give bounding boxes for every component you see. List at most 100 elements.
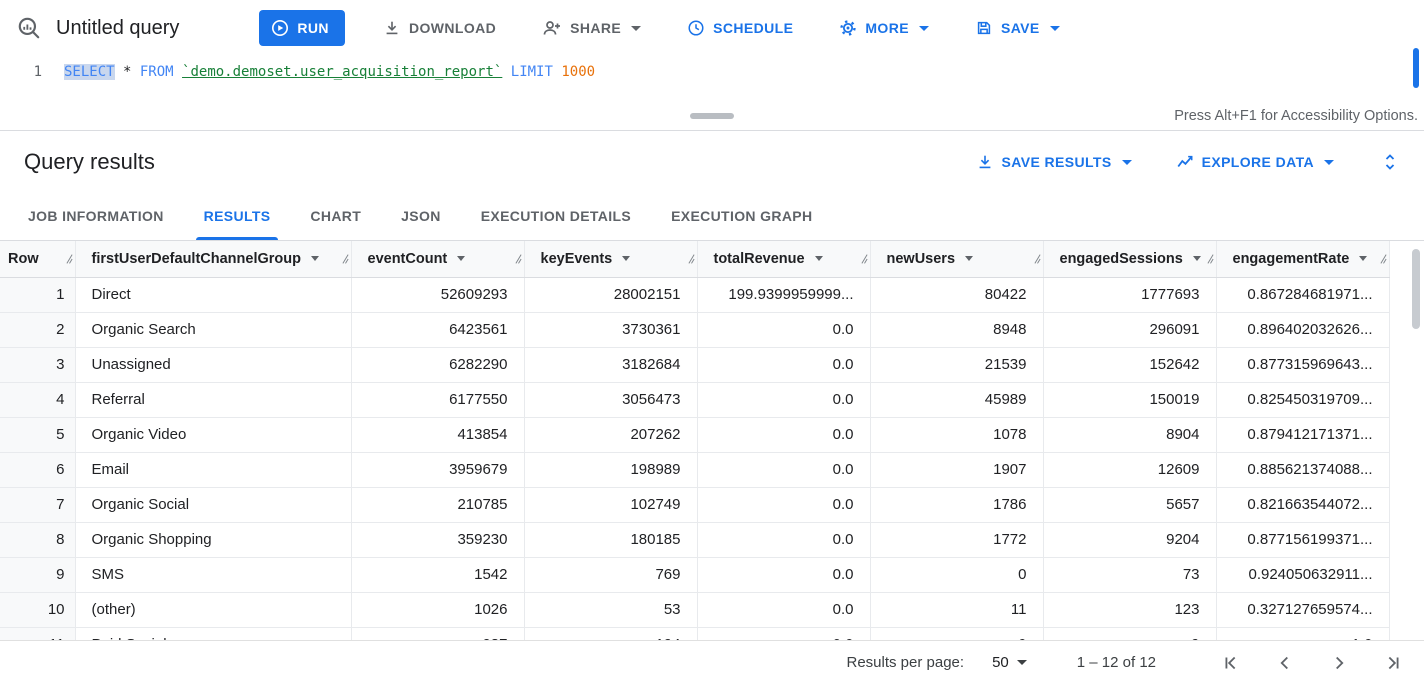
cell: 359230 — [351, 522, 524, 557]
next-page-button[interactable] — [1326, 650, 1352, 676]
column-resize-icon[interactable] — [342, 253, 349, 264]
column-resize-icon[interactable] — [66, 253, 73, 264]
tab-execution-graph[interactable]: EXECUTION GRAPH — [651, 193, 832, 240]
sql-code-line[interactable]: SELECT * FROM `demo.demoset.user_acquisi… — [64, 56, 595, 105]
person-add-icon — [542, 18, 562, 38]
cell: 3730361 — [524, 312, 697, 347]
gear-icon — [839, 19, 857, 37]
column-header-newUsers[interactable]: newUsers — [870, 241, 1043, 277]
cell: Email — [75, 452, 351, 487]
cell: 0.0 — [697, 487, 870, 522]
save-button[interactable]: SAVE — [967, 10, 1068, 46]
previous-page-button[interactable] — [1272, 650, 1298, 676]
schedule-button[interactable]: SCHEDULE — [679, 10, 801, 46]
more-button[interactable]: MORE — [831, 10, 937, 46]
column-header-totalRevenue[interactable]: totalRevenue — [697, 241, 870, 277]
column-resize-icon[interactable] — [1034, 253, 1041, 264]
page-size-select[interactable]: 50 — [986, 653, 1033, 672]
cell: Organic Social — [75, 487, 351, 522]
run-button[interactable]: RUN — [259, 10, 345, 46]
table-row: 2Organic Search642356137303610.089482960… — [0, 312, 1389, 347]
tab-chart[interactable]: CHART — [290, 193, 381, 240]
results-table-area: Row firstUserDefaultChannelGroup eventCoun… — [0, 241, 1424, 640]
row-number-cell: 10 — [0, 592, 75, 627]
more-button-label: MORE — [865, 20, 909, 36]
table-scrollbar[interactable] — [1412, 249, 1420, 329]
pane-resize-handle[interactable] — [690, 113, 734, 119]
column-header-engagedSessions[interactable]: engagedSessions — [1043, 241, 1216, 277]
cell: 5657 — [1043, 487, 1216, 522]
accessibility-note: Press Alt+F1 for Accessibility Options. — [1174, 108, 1418, 124]
cell: 73 — [1043, 557, 1216, 592]
cell: 0.0 — [697, 452, 870, 487]
column-header-engagementRate[interactable]: engagementRate — [1216, 241, 1389, 277]
column-resize-icon[interactable] — [515, 253, 522, 264]
query-toolbar: Untitled query RUN DOWNLOAD SHARE — [0, 0, 1424, 56]
expand-results-button[interactable] — [1378, 150, 1402, 174]
tab-execution-details[interactable]: EXECUTION DETAILS — [461, 193, 651, 240]
cell: 0.327127659574... — [1216, 592, 1389, 627]
cell: 102749 — [524, 487, 697, 522]
share-button[interactable]: SHARE — [534, 10, 649, 46]
column-menu-caret-icon[interactable] — [622, 256, 630, 261]
chevron-down-icon — [1324, 160, 1334, 165]
last-page-button[interactable] — [1380, 650, 1406, 676]
share-button-label: SHARE — [570, 20, 621, 36]
column-menu-caret-icon[interactable] — [457, 256, 465, 261]
editor-scrollbar[interactable] — [1413, 48, 1419, 88]
download-button[interactable]: DOWNLOAD — [375, 10, 504, 46]
results-per-page-label: Results per page: — [847, 654, 965, 671]
first-page-button[interactable] — [1218, 650, 1244, 676]
cell: 0.877315969643... — [1216, 347, 1389, 382]
line-number: 1 — [34, 64, 42, 80]
schedule-button-label: SCHEDULE — [713, 20, 793, 36]
table-row: 6Email39596791989890.01907126090.8856213… — [0, 452, 1389, 487]
table-row: 8Organic Shopping3592301801850.017729204… — [0, 522, 1389, 557]
cell: 28002151 — [524, 277, 697, 312]
table-row: 7Organic Social2107851027490.0178656570.… — [0, 487, 1389, 522]
column-header-label: firstUserDefaultChannelGroup — [92, 251, 301, 267]
cell: 199.9399959999... — [697, 277, 870, 312]
cell: 210785 — [351, 487, 524, 522]
table-row: 1Direct5260929328002151199.9399959999...… — [0, 277, 1389, 312]
cell: 53 — [524, 592, 697, 627]
cell: 21539 — [870, 347, 1043, 382]
tab-job-information[interactable]: JOB INFORMATION — [8, 193, 184, 240]
cell: 0 — [870, 627, 1043, 640]
cell: 6423561 — [351, 312, 524, 347]
column-menu-caret-icon[interactable] — [965, 256, 973, 261]
chevron-right-icon — [1328, 652, 1350, 674]
save-results-button[interactable]: SAVE RESULTS — [976, 153, 1132, 171]
column-header-firstUserDefaultChannelGroup[interactable]: firstUserDefaultChannelGroup — [75, 241, 351, 277]
column-resize-icon[interactable] — [1380, 253, 1387, 264]
row-number-cell: 1 — [0, 277, 75, 312]
column-menu-caret-icon[interactable] — [815, 256, 823, 261]
cell: 9 — [1043, 627, 1216, 640]
column-resize-icon[interactable] — [1207, 253, 1214, 264]
download-button-label: DOWNLOAD — [409, 20, 496, 36]
cell: 0.885621374088... — [1216, 452, 1389, 487]
column-header-Row[interactable]: Row — [0, 241, 75, 277]
chevron-down-icon — [919, 26, 929, 31]
results-table: Row firstUserDefaultChannelGroup eventCoun… — [0, 241, 1390, 640]
column-header-keyEvents[interactable]: keyEvents — [524, 241, 697, 277]
column-resize-icon[interactable] — [688, 253, 695, 264]
tab-json[interactable]: JSON — [381, 193, 461, 240]
column-menu-caret-icon[interactable] — [311, 256, 319, 261]
cell: 11 — [870, 592, 1043, 627]
table-row: 10(other)1026530.0111230.327127659574... — [0, 592, 1389, 627]
sql-editor[interactable]: 1 SELECT * FROM `demo.demoset.user_acqui… — [0, 56, 1424, 105]
tab-results[interactable]: RESULTS — [184, 193, 291, 240]
column-menu-caret-icon[interactable] — [1193, 256, 1201, 261]
pagination-bar: Results per page: 50 1 – 12 of 12 — [0, 640, 1424, 684]
row-number-cell: 8 — [0, 522, 75, 557]
column-header-eventCount[interactable]: eventCount — [351, 241, 524, 277]
cell: 9204 — [1043, 522, 1216, 557]
cell: 0.0 — [697, 522, 870, 557]
cell: SMS — [75, 557, 351, 592]
column-resize-icon[interactable] — [861, 253, 868, 264]
row-number-cell: 4 — [0, 382, 75, 417]
explore-data-button[interactable]: EXPLORE DATA — [1176, 153, 1334, 171]
column-menu-caret-icon[interactable] — [1359, 256, 1367, 261]
chevron-left-icon — [1274, 652, 1296, 674]
